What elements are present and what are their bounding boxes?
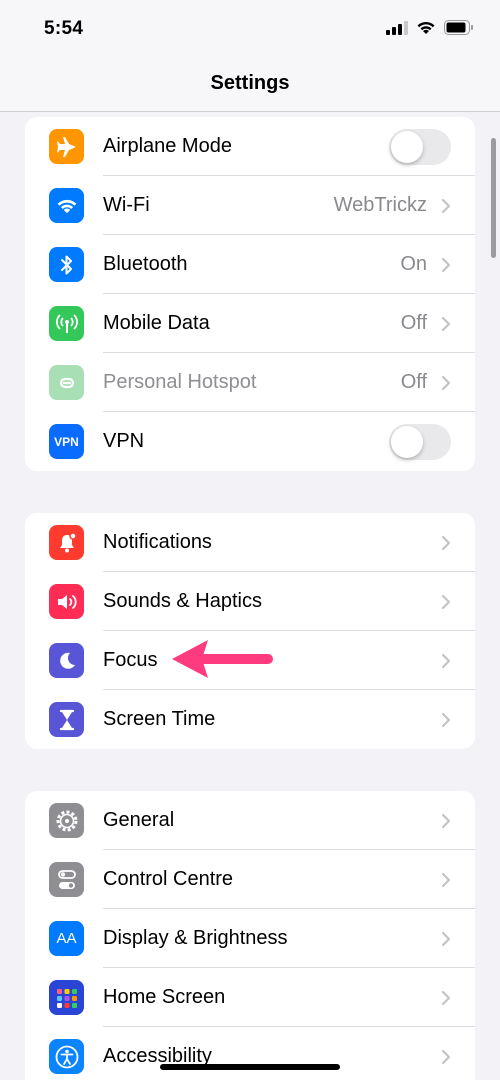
row-wifi[interactable]: Wi-Fi WebTrickz xyxy=(25,176,475,235)
vpn-icon: VPN xyxy=(49,424,84,459)
row-label: Sounds & Haptics xyxy=(103,590,262,612)
chevron-right-icon xyxy=(441,198,451,214)
row-notifications[interactable]: Notifications xyxy=(25,513,475,572)
row-label: Bluetooth xyxy=(103,253,188,275)
row-general[interactable]: General xyxy=(25,791,475,850)
row-label: General xyxy=(103,809,175,831)
vpn-toggle[interactable] xyxy=(389,424,451,460)
vpn-icon-text: VPN xyxy=(54,434,79,449)
app-grid-icon xyxy=(49,980,84,1015)
chevron-right-icon xyxy=(441,712,451,728)
row-accessibility[interactable]: Accessibility xyxy=(25,1027,475,1080)
annotation-arrow xyxy=(172,640,273,678)
toggle-knob xyxy=(391,426,423,458)
row-label: Focus xyxy=(103,649,158,671)
row-value: WebTrickz xyxy=(333,194,427,216)
settings-group-general: General Control Centre AA Display & Brig… xyxy=(25,791,475,1080)
settings-group-connectivity: Airplane Mode Wi-Fi WebTrickz Bluetooth … xyxy=(25,117,475,471)
row-label: VPN xyxy=(103,430,145,452)
notification-bell-icon xyxy=(49,525,84,560)
row-screen-time[interactable]: Screen Time xyxy=(25,690,475,749)
chevron-right-icon xyxy=(441,1049,451,1065)
row-value: On xyxy=(400,253,427,275)
chevron-right-icon xyxy=(441,316,451,332)
bluetooth-icon xyxy=(49,247,84,282)
row-bluetooth[interactable]: Bluetooth On xyxy=(25,235,475,294)
chevron-right-icon xyxy=(441,990,451,1006)
row-label: Notifications xyxy=(103,531,212,553)
chevron-right-icon xyxy=(441,535,451,551)
row-sounds-haptics[interactable]: Sounds & Haptics xyxy=(25,572,475,631)
row-label: Control Centre xyxy=(103,868,234,890)
wifi-icon xyxy=(417,21,435,34)
text-size-icon-text: AA xyxy=(56,930,77,947)
battery-icon xyxy=(444,20,473,35)
row-personal-hotspot[interactable]: Personal Hotspot Off xyxy=(25,353,475,412)
chevron-right-icon xyxy=(441,257,451,273)
status-bar-icons xyxy=(386,20,474,35)
hotspot-icon xyxy=(49,365,84,400)
chevron-right-icon xyxy=(441,813,451,829)
chevron-right-icon xyxy=(441,594,451,610)
toggle-knob xyxy=(391,131,423,163)
row-value: Off xyxy=(400,312,427,334)
chevron-right-icon xyxy=(441,931,451,947)
status-bar-time: 5:54 xyxy=(44,18,84,39)
row-label: Wi-Fi xyxy=(103,194,150,216)
chevron-right-icon xyxy=(441,653,451,669)
switches-icon xyxy=(49,862,84,897)
hourglass-icon xyxy=(49,702,84,737)
row-control-centre[interactable]: Control Centre xyxy=(25,850,475,909)
row-label: Home Screen xyxy=(103,986,226,1008)
moon-icon xyxy=(49,643,84,678)
airplane-mode-toggle[interactable] xyxy=(389,129,451,165)
accessibility-icon xyxy=(49,1039,84,1074)
text-size-icon: AA xyxy=(49,921,84,956)
speaker-icon xyxy=(49,584,84,619)
home-indicator[interactable] xyxy=(160,1064,340,1070)
scrollbar[interactable] xyxy=(491,138,496,258)
antenna-icon xyxy=(49,306,84,341)
wifi-icon xyxy=(49,188,84,223)
row-label: Personal Hotspot xyxy=(103,371,257,393)
page-title: Settings xyxy=(210,72,290,94)
settings-group-notifications: Notifications Sounds & Haptics Focus Scr… xyxy=(25,513,475,749)
row-mobile-data[interactable]: Mobile Data Off xyxy=(25,294,475,353)
row-label: Airplane Mode xyxy=(103,135,232,157)
row-label: Display & Brightness xyxy=(103,927,288,949)
chevron-right-icon xyxy=(441,872,451,888)
airplane-icon xyxy=(49,129,84,164)
navigation-bar: 5:54 Settings xyxy=(0,0,500,112)
row-airplane-mode[interactable]: Airplane Mode xyxy=(25,117,475,176)
row-label: Screen Time xyxy=(103,708,216,730)
row-home-screen[interactable]: Home Screen xyxy=(25,968,475,1027)
row-display-brightness[interactable]: AA Display & Brightness xyxy=(25,909,475,968)
gear-icon xyxy=(49,803,84,838)
row-value: Off xyxy=(400,371,427,393)
chevron-right-icon xyxy=(441,375,451,391)
row-vpn[interactable]: VPN VPN xyxy=(25,412,475,471)
row-label: Mobile Data xyxy=(103,312,210,334)
cellular-signal-icon xyxy=(386,20,408,35)
